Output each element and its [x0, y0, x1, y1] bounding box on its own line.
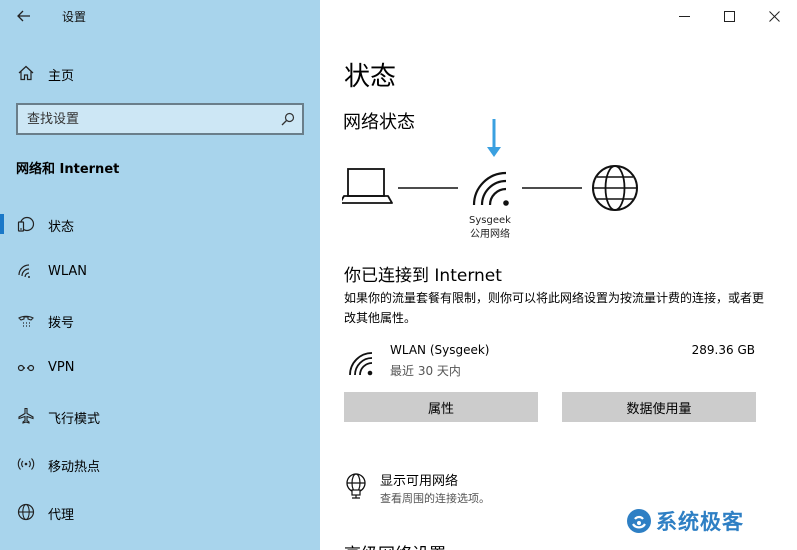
- status-icon: [17, 216, 35, 232]
- close-icon: [768, 10, 780, 22]
- sidebar-item-proxy[interactable]: 代理: [0, 492, 320, 532]
- page-title: 状态: [344, 62, 397, 92]
- watermark: 系统极客: [626, 506, 744, 536]
- dialup-icon: [18, 315, 34, 327]
- laptop-icon: [342, 168, 393, 204]
- back-button[interactable]: [10, 4, 38, 28]
- hotspot-icon: [17, 458, 35, 470]
- sidebar-item-dialup[interactable]: 拨号: [0, 300, 320, 340]
- maximize-button[interactable]: [706, 0, 752, 32]
- search-box: [16, 103, 304, 135]
- search-icon[interactable]: [281, 112, 295, 126]
- sidebar-item-label: WLAN: [48, 264, 88, 279]
- data-usage-button[interactable]: 数据使用量: [562, 392, 756, 422]
- app-title: 设置: [62, 10, 87, 24]
- sidebar: 设置 主页 网络和 Internet 状态 WLAN 拨号 VPN 飞行模式 移…: [0, 0, 320, 550]
- sidebar-item-vpn[interactable]: VPN: [0, 348, 320, 388]
- sidebar-item-wlan[interactable]: WLAN: [0, 252, 320, 292]
- watermark-logo-icon: [627, 509, 651, 533]
- network-name-label: Sysgeek 公用网络: [450, 214, 530, 242]
- connection-title: 你已连接到 Internet: [344, 266, 502, 286]
- show-networks-title: 显示可用网络: [380, 474, 459, 489]
- minimize-button[interactable]: [661, 0, 707, 32]
- wifi-signal-icon: [472, 171, 509, 206]
- sidebar-item-label: 飞行模式: [48, 412, 101, 427]
- globe-icon: [17, 503, 35, 521]
- maximize-icon: [723, 10, 735, 22]
- sidebar-item-label: 代理: [48, 508, 75, 523]
- sidebar-item-label: 状态: [48, 220, 75, 235]
- properties-button[interactable]: 属性: [344, 392, 538, 422]
- advanced-settings-heading: 高级网络设置: [344, 540, 446, 550]
- show-networks-subtitle: 查看周围的连接选项。: [380, 492, 490, 505]
- sidebar-item-home[interactable]: 主页: [0, 58, 320, 88]
- adapter-usage: 289.36 GB: [691, 343, 755, 357]
- main-panel: 状态 网络状态 Sysgeek 公用网络 你已连接到 Internet 如果你的…: [320, 0, 797, 550]
- network-name: Sysgeek: [469, 215, 511, 226]
- show-available-networks[interactable]: 显示可用网络 查看周围的连接选项。: [342, 470, 742, 510]
- section-title: 网络和 Internet: [16, 162, 120, 177]
- close-button[interactable]: [751, 0, 797, 32]
- sidebar-item-status[interactable]: 状态: [0, 204, 320, 244]
- back-arrow-icon: [17, 10, 30, 22]
- globe-network-icon: [346, 473, 366, 499]
- selection-indicator: [0, 214, 4, 234]
- internet-globe-icon: [592, 165, 638, 211]
- search-input[interactable]: [18, 105, 268, 133]
- sidebar-item-airplane[interactable]: 飞行模式: [0, 396, 320, 436]
- watermark-text: 系统极客: [656, 510, 744, 534]
- sidebar-item-label: 移动热点: [48, 460, 101, 475]
- vpn-icon: [17, 364, 35, 372]
- arrow-down-icon: [487, 119, 501, 157]
- wifi-icon: [18, 264, 30, 278]
- airplane-icon: [18, 407, 34, 424]
- adapter-name: WLAN (Sysgeek): [390, 343, 490, 357]
- connection-description: 如果你的流量套餐有限制，则你可以将此网络设置为按流量计费的连接，或者更改其他属性…: [344, 291, 765, 325]
- sidebar-item-hotspot[interactable]: 移动热点: [0, 444, 320, 484]
- sidebar-item-label: VPN: [48, 360, 75, 375]
- sidebar-item-label: 拨号: [48, 316, 75, 331]
- network-type: 公用网络: [470, 229, 510, 240]
- title-bar: 设置: [0, 0, 320, 32]
- sidebar-item-label: 主页: [48, 69, 75, 84]
- minimize-icon: [678, 15, 690, 17]
- wifi-icon: [349, 352, 373, 376]
- adapter-period: 最近 30 天内: [390, 364, 461, 378]
- home-icon: [18, 65, 34, 81]
